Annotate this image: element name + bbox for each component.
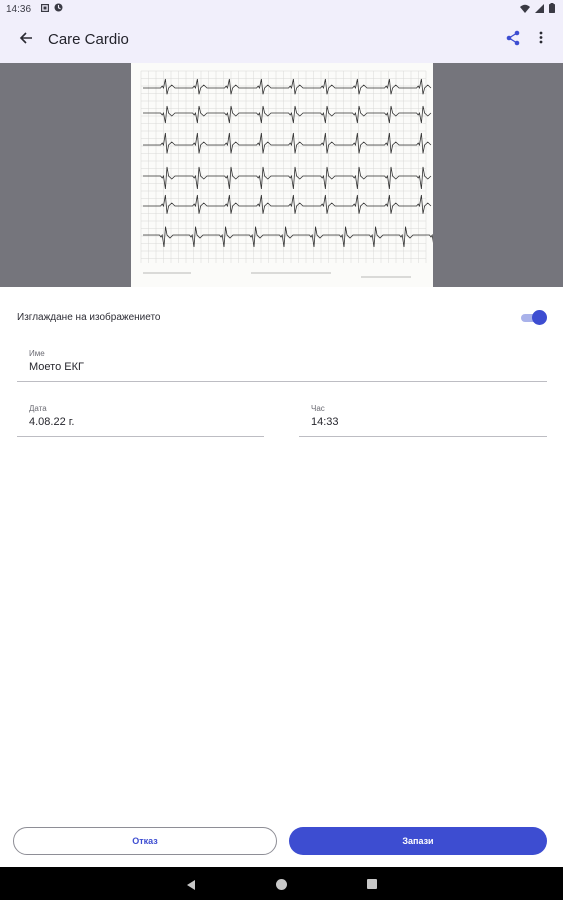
battery-icon (549, 3, 555, 16)
name-underline (17, 381, 547, 382)
ecg-image-preview (0, 63, 563, 287)
name-field[interactable]: Име Моето ЕКГ (17, 349, 547, 382)
date-underline (17, 436, 264, 437)
ecg-image (131, 63, 433, 287)
nav-recents-icon[interactable] (367, 879, 377, 889)
notification-square-icon (40, 3, 50, 15)
image-smoothing-row: Изглаждане на изображението (17, 309, 547, 329)
ecg-lead-trace-6 (143, 226, 433, 248)
app-bar: Care Cardio (0, 18, 563, 63)
wifi-icon (520, 4, 530, 16)
status-bar: 14:36 (0, 0, 563, 18)
time-label: Час (311, 404, 325, 413)
image-smoothing-label: Изглаждане на изображението (17, 312, 161, 323)
name-label: Име (29, 349, 45, 358)
sync-icon (54, 3, 63, 15)
cancel-button[interactable]: Отказ (13, 827, 277, 855)
page-title: Care Cardio (48, 31, 129, 48)
date-label: Дата (29, 404, 47, 413)
name-value: Моето ЕКГ (29, 361, 84, 373)
time-field[interactable]: Час 14:33 (299, 404, 547, 437)
date-value: 4.08.22 г. (29, 416, 75, 428)
more-options-button[interactable] (534, 29, 548, 51)
switch-thumb (532, 310, 547, 325)
status-time: 14:36 (6, 3, 32, 15)
image-smoothing-switch[interactable] (521, 310, 547, 326)
time-underline (299, 436, 547, 437)
more-vert-icon (539, 31, 543, 49)
nav-back-icon[interactable] (185, 878, 197, 890)
nav-home-icon[interactable] (276, 879, 287, 890)
save-button[interactable]: Запази (289, 827, 547, 855)
share-button[interactable] (503, 29, 523, 51)
time-value: 14:33 (311, 416, 339, 428)
arrow-back-icon (19, 31, 33, 50)
signal-icon (535, 3, 544, 16)
ecg-footer-marks (143, 272, 411, 278)
share-icon (506, 30, 520, 51)
back-button[interactable] (15, 29, 37, 51)
system-nav-bar (0, 867, 563, 900)
date-field[interactable]: Дата 4.08.22 г. (17, 404, 264, 437)
ecg-grid (140, 70, 427, 263)
details-sheet: Изглаждане на изображението Име Моето ЕК… (0, 287, 563, 867)
